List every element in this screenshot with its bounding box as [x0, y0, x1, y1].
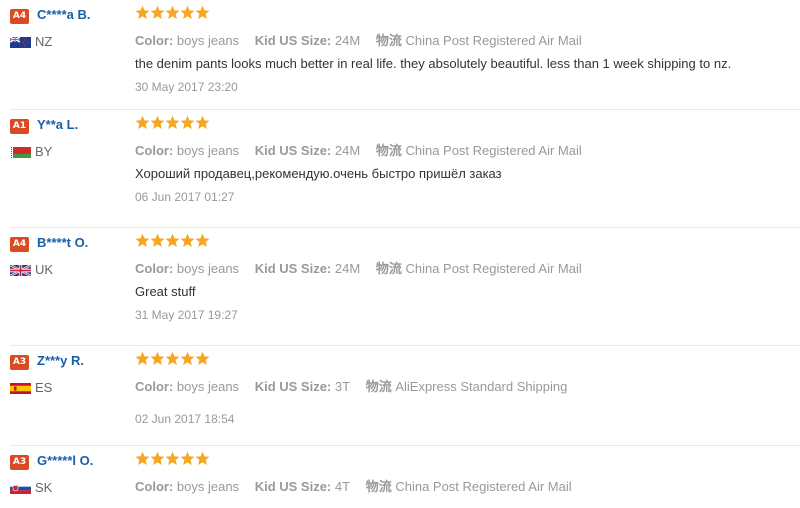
star-icon	[180, 5, 195, 20]
buyer-name[interactable]: Y**a L.	[37, 117, 78, 132]
star-icon	[150, 115, 165, 130]
color-value: boys jeans	[176, 143, 240, 158]
buyer-country: UK	[35, 262, 54, 277]
shipping-value: AliExpress Standard Shipping	[395, 379, 568, 394]
size-label: Kid US Size:	[254, 479, 332, 494]
color-value: boys jeans	[176, 261, 240, 276]
color-label: Color:	[135, 479, 174, 494]
size-label: Kid US Size:	[254, 33, 332, 48]
review-date: 31 May 2017 19:27	[135, 308, 238, 322]
color-label: Color:	[135, 33, 174, 48]
new-zealand-flag-icon	[10, 37, 31, 48]
review-text: the denim pants looks much better in rea…	[135, 56, 732, 71]
buyer-name[interactable]: Z***y R.	[37, 353, 84, 368]
star-rating	[135, 451, 210, 471]
star-rating	[135, 233, 210, 253]
buyer-level-badge: A4	[10, 237, 29, 252]
color-label: Color:	[135, 379, 174, 394]
order-attributes: Color: boys jeans Kid US Size: 3T 物流 Ali…	[135, 376, 579, 395]
star-icon	[135, 351, 150, 366]
star-icon	[150, 233, 165, 248]
buyer-name[interactable]: B****t O.	[37, 235, 88, 250]
star-icon	[135, 115, 150, 130]
star-icon	[165, 5, 180, 20]
buyer-country: NZ	[35, 34, 53, 49]
size-value: 4T	[334, 479, 351, 494]
size-value: 3T	[334, 379, 351, 394]
star-rating	[135, 351, 210, 371]
star-icon	[180, 351, 195, 366]
order-attributes: Color: boys jeans Kid US Size: 24M 物流 Ch…	[135, 140, 594, 159]
belarus-flag-icon	[10, 147, 31, 158]
review-item: A3 G*****l O. SK Color: boys jeans Kid U…	[10, 446, 800, 508]
star-icon	[195, 115, 210, 130]
shipping-value: China Post Registered Air Mail	[405, 33, 582, 48]
size-value: 24M	[334, 143, 361, 158]
star-icon	[180, 115, 195, 130]
review-date: 02 Jun 2017 18:54	[135, 412, 235, 426]
review-text: Хороший продавец,рекомендую.очень быстро…	[135, 166, 502, 181]
shipping-label: 物流	[365, 380, 392, 395]
review-item: A1 Y**a L. BY Color: boys jeans Kid US S…	[10, 110, 800, 228]
review-date: 30 May 2017 23:20	[135, 80, 238, 94]
star-icon	[135, 451, 150, 466]
shipping-label: 物流	[375, 262, 402, 277]
order-attributes: Color: boys jeans Kid US Size: 24M 物流 Ch…	[135, 258, 594, 277]
star-icon	[195, 351, 210, 366]
shipping-label: 物流	[375, 34, 402, 49]
color-value: boys jeans	[176, 33, 240, 48]
color-value: boys jeans	[176, 379, 240, 394]
uk-flag-icon	[10, 265, 31, 276]
order-attributes: Color: boys jeans Kid US Size: 24M 物流 Ch…	[135, 30, 594, 49]
color-value: boys jeans	[176, 479, 240, 494]
star-icon	[195, 451, 210, 466]
order-attributes: Color: boys jeans Kid US Size: 4T 物流 Chi…	[135, 476, 584, 495]
star-icon	[150, 5, 165, 20]
star-icon	[165, 451, 180, 466]
buyer-country: ES	[35, 380, 53, 395]
size-label: Kid US Size:	[254, 261, 332, 276]
shipping-value: China Post Registered Air Mail	[405, 143, 582, 158]
shipping-label: 物流	[365, 480, 392, 495]
size-value: 24M	[334, 33, 361, 48]
star-icon	[195, 233, 210, 248]
review-item: A4 B****t O. UK Color: boys jeans Kid US…	[10, 228, 800, 346]
buyer-country: SK	[35, 480, 53, 495]
star-icon	[180, 451, 195, 466]
star-rating	[135, 115, 210, 135]
review-item: A4 C****a B. NZ Color: boys jeans Kid US…	[10, 0, 800, 110]
spain-flag-icon	[10, 383, 31, 394]
slovakia-flag-icon	[10, 483, 31, 494]
buyer-name[interactable]: C****a B.	[37, 7, 90, 22]
size-value: 24M	[334, 261, 361, 276]
buyer-level-badge: A3	[10, 355, 29, 370]
shipping-value: China Post Registered Air Mail	[405, 261, 582, 276]
review-text: Great stuff	[135, 284, 196, 299]
star-icon	[195, 5, 210, 20]
star-icon	[180, 233, 195, 248]
shipping-value: China Post Registered Air Mail	[395, 479, 572, 494]
review-date: 06 Jun 2017 01:27	[135, 190, 235, 204]
star-icon	[135, 233, 150, 248]
size-label: Kid US Size:	[254, 379, 332, 394]
buyer-name[interactable]: G*****l O.	[37, 453, 93, 468]
buyer-level-badge: A3	[10, 455, 29, 470]
size-label: Kid US Size:	[254, 143, 332, 158]
buyer-country: BY	[35, 144, 53, 159]
shipping-label: 物流	[375, 144, 402, 159]
star-icon	[165, 233, 180, 248]
buyer-level-badge: A4	[10, 9, 29, 24]
star-icon	[150, 451, 165, 466]
color-label: Color:	[135, 261, 174, 276]
review-item: A3 Z***y R. ES Color: boys jeans Kid US …	[10, 346, 800, 446]
buyer-level-badge: A1	[10, 119, 29, 134]
star-icon	[135, 5, 150, 20]
star-rating	[135, 5, 210, 25]
star-icon	[150, 351, 165, 366]
star-icon	[165, 351, 180, 366]
star-icon	[165, 115, 180, 130]
color-label: Color:	[135, 143, 174, 158]
